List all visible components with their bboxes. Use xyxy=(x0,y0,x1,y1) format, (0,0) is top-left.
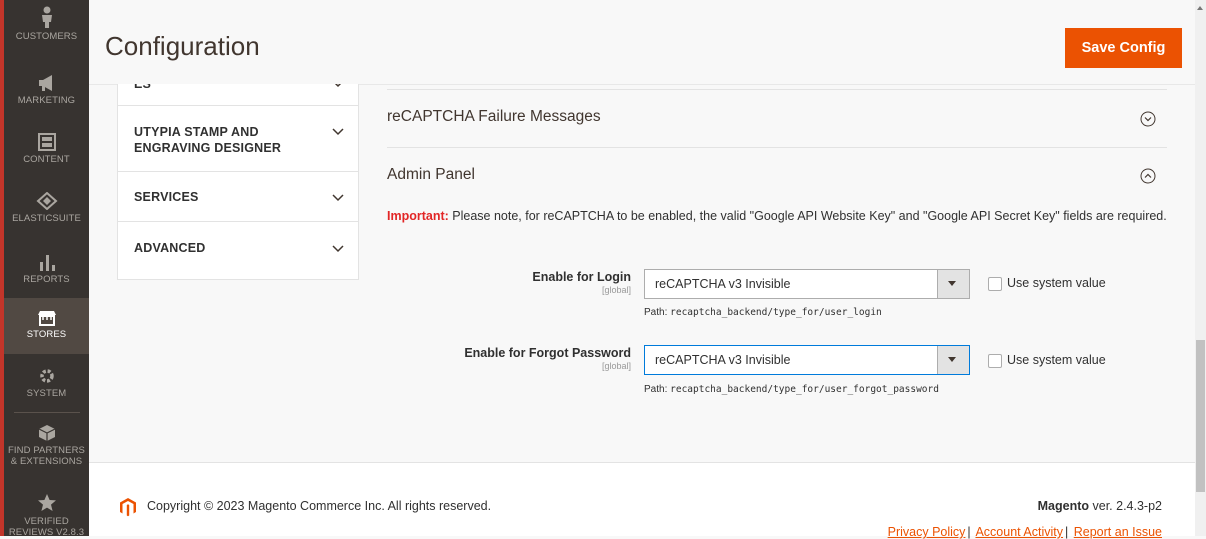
nav-item-customers[interactable]: CUSTOMERS xyxy=(4,6,89,42)
nav-label-reports: REPORTS xyxy=(23,274,70,285)
config-tabs: ES UTYPIA STAMP AND ENGRAVING DESIGNER S… xyxy=(117,84,359,280)
path-login-value: recaptcha_backend/type_for/user_login xyxy=(670,307,882,318)
version-info: Magento ver. 2.4.3-p2 xyxy=(1038,499,1162,513)
nav-item-stores[interactable]: STORES xyxy=(4,298,89,354)
version-number: ver. 2.4.3-p2 xyxy=(1089,499,1163,513)
chevron-down-icon xyxy=(332,128,344,136)
select-forgot-value: reCAPTCHA v3 Invisible xyxy=(655,353,791,367)
field-label-forgot: Enable for Forgot Password [global] xyxy=(391,346,631,371)
scope-login: [global] xyxy=(601,285,631,295)
privacy-policy-link[interactable]: Privacy Policy xyxy=(888,525,966,539)
label-use-system-forgot[interactable]: Use system value xyxy=(1007,353,1106,367)
path-forgot-value: recaptcha_backend/type_for/user_forgot_p… xyxy=(670,384,939,395)
nav-item-marketing[interactable]: MARKETING xyxy=(4,74,89,106)
chevron-down-icon xyxy=(334,84,342,88)
sidebar-divider xyxy=(14,412,80,413)
nav-label-verified-1: VERIFIED xyxy=(24,516,69,527)
important-note: Important: Please note, for reCAPTCHA to… xyxy=(387,207,1177,225)
scrollbar-thumb[interactable] xyxy=(1196,340,1205,492)
store-icon xyxy=(37,311,56,326)
tab-advanced-label: ADVANCED xyxy=(134,241,206,255)
section-admin-panel[interactable]: Admin Panel xyxy=(387,166,475,184)
nav-label-stores: STORES xyxy=(26,329,67,340)
save-config-button[interactable]: Save Config xyxy=(1065,28,1182,68)
magento-logo-icon xyxy=(120,498,136,517)
expand-circle-icon[interactable] xyxy=(1140,111,1156,127)
chevron-down-icon xyxy=(332,245,344,253)
page-title: Configuration xyxy=(105,31,260,61)
select-arrow xyxy=(937,346,969,374)
elasticsuite-icon xyxy=(35,192,58,210)
bar-chart-icon xyxy=(39,255,55,271)
footer-links: Privacy Policy | Account Activity | Report… xyxy=(888,525,1162,539)
select-arrow xyxy=(937,270,969,298)
tab-utypia-label: UTYPIA STAMP AND ENGRAVING DESIGNER xyxy=(134,124,281,156)
label-use-system-login[interactable]: Use system value xyxy=(1007,276,1106,290)
link-separator: | xyxy=(967,525,971,539)
nav-item-elasticsuite[interactable]: ELASTICSUITE xyxy=(4,192,89,224)
nav-label-system: SYSTEM xyxy=(26,388,67,399)
nav-label-customers: CUSTOMERS xyxy=(15,31,78,42)
star-icon xyxy=(37,494,56,511)
nav-label-verified-2: REVIEWS V2.8.3 xyxy=(8,527,85,538)
caret-down-icon xyxy=(948,281,956,286)
nav-item-find-partners[interactable]: FIND PARTNERS & EXTENSIONS xyxy=(4,424,89,467)
chevron-down-icon xyxy=(332,194,344,202)
nav-item-content[interactable]: CONTENT xyxy=(4,133,89,165)
megaphone-icon xyxy=(38,75,52,91)
select-enable-login[interactable]: reCAPTCHA v3 Invisible xyxy=(644,269,970,299)
path-login: Path: recaptcha_backend/type_for/user_lo… xyxy=(644,307,882,318)
tab-utypia-line2: ENGRAVING DESIGNER xyxy=(134,141,282,155)
tab-utypia-stamp[interactable]: UTYPIA STAMP AND ENGRAVING DESIGNER xyxy=(118,106,358,172)
path-forgot: Path: recaptcha_backend/type_for/user_fo… xyxy=(644,384,939,395)
label-enable-forgot: Enable for Forgot Password xyxy=(464,346,631,360)
section-divider xyxy=(387,147,1167,148)
important-text: Please note, for reCAPTCHA to be enabled… xyxy=(448,209,1167,223)
nav-label-find-partners-1: FIND PARTNERS xyxy=(8,445,85,456)
nav-item-reports[interactable]: REPORTS xyxy=(4,253,89,285)
copyright-text: Copyright © 2023 Magento Commerce Inc. A… xyxy=(147,499,492,513)
path-forgot-prefix: Path: xyxy=(644,384,671,395)
nav-label-marketing: MARKETING xyxy=(17,95,76,106)
nav-label-content: CONTENT xyxy=(23,154,70,165)
scroll-up-arrow-icon[interactable] xyxy=(1197,6,1203,10)
cube-icon xyxy=(38,425,55,441)
select-login-value: reCAPTCHA v3 Invisible xyxy=(655,277,791,291)
gear-icon xyxy=(39,369,54,383)
nav-item-system[interactable]: SYSTEM xyxy=(4,367,89,399)
nav-item-verified-reviews[interactable]: VERIFIED REVIEWS V2.8.3 xyxy=(4,493,89,538)
caret-down-icon xyxy=(948,357,956,362)
tab-services[interactable]: SERVICES xyxy=(118,172,358,222)
content-icon xyxy=(37,133,56,151)
nav-label-elasticsuite: ELASTICSUITE xyxy=(12,213,81,224)
report-issue-link[interactable]: Report an Issue xyxy=(1074,525,1162,539)
important-label: Important: xyxy=(387,209,449,223)
admin-sidebar: CUSTOMERS MARKETING CONTENT ELASTICSUITE… xyxy=(0,0,89,538)
select-enable-forgot-password[interactable]: reCAPTCHA v3 Invisible xyxy=(644,345,970,375)
checkbox-use-system-login[interactable] xyxy=(988,277,1002,291)
customers-icon xyxy=(41,6,52,28)
nav-label-find-partners-2: & EXTENSIONS xyxy=(10,456,83,467)
tab-partial-label: ES xyxy=(134,84,152,91)
tab-advanced[interactable]: ADVANCED xyxy=(118,222,358,278)
field-label-login: Enable for Login [global] xyxy=(391,270,631,295)
tab-services-label: SERVICES xyxy=(134,190,199,204)
main-content: Configuration Save Config ES UTYPIA STAM… xyxy=(89,0,1195,539)
tab-utypia-line1: UTYPIA STAMP AND xyxy=(134,125,259,139)
tab-partial[interactable]: ES xyxy=(118,84,358,106)
link-separator: | xyxy=(1065,525,1069,539)
account-activity-link[interactable]: Account Activity xyxy=(975,525,1063,539)
page-footer: Copyright © 2023 Magento Commerce Inc. A… xyxy=(89,462,1195,539)
scope-forgot: [global] xyxy=(601,361,631,371)
section-divider xyxy=(387,89,1167,90)
checkbox-use-system-forgot[interactable] xyxy=(988,354,1002,368)
label-enable-login: Enable for Login xyxy=(532,270,631,284)
page-scrollbar[interactable] xyxy=(1195,0,1206,536)
section-recaptcha-failure-messages[interactable]: reCAPTCHA Failure Messages xyxy=(387,108,601,126)
path-login-prefix: Path: xyxy=(644,307,671,318)
brand-name: Magento xyxy=(1037,499,1090,513)
collapse-circle-icon[interactable] xyxy=(1140,168,1156,184)
